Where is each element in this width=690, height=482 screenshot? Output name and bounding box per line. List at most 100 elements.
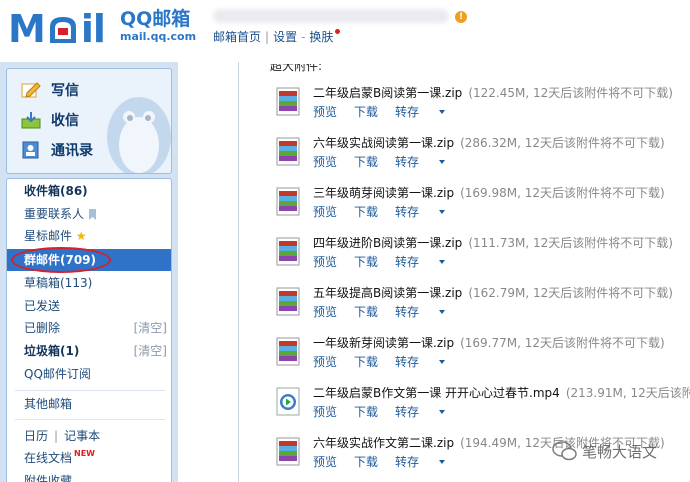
- folder-starred[interactable]: 星标邮件 ★: [24, 226, 87, 246]
- forward-dropdown[interactable]: 转存: [395, 255, 446, 269]
- chevron-down-icon: [439, 360, 446, 364]
- forward-dropdown[interactable]: 转存: [395, 355, 446, 369]
- separator: |: [54, 429, 59, 443]
- chevron-down-icon: [439, 310, 446, 314]
- folder-drafts[interactable]: 草稿箱(113): [24, 273, 92, 293]
- receive-icon: [21, 112, 41, 129]
- file-meta: (286.32M, 12天后该附件将不可下载): [460, 136, 665, 150]
- folder-subscribe[interactable]: QQ邮件订阅: [24, 364, 91, 384]
- contacts-label: 通讯录: [51, 143, 93, 159]
- attachment-name[interactable]: 六年级实战阅读第一课.zip (286.32M, 12天后该附件将不可下载): [313, 134, 665, 151]
- docs-link[interactable]: 在线文档 NEW: [24, 448, 95, 468]
- forward-label: 转存: [395, 205, 420, 219]
- file-meta: (162.79M, 12天后该附件将不可下载): [468, 286, 673, 300]
- attachment-row: 二年级启蒙B阅读第一课.zip (122.45M, 12天后该附件将不可下载) 预览…: [276, 84, 690, 128]
- attachment-row: 五年级提高B阅读第一课.zip (162.79M, 12天后该附件将不可下载) 预览…: [276, 284, 690, 328]
- compose-button[interactable]: 写信: [21, 77, 79, 103]
- preview-link[interactable]: 预览: [313, 305, 337, 319]
- notes-link[interactable]: 记事本: [64, 429, 100, 443]
- forward-dropdown[interactable]: 转存: [395, 155, 446, 169]
- contacts-button[interactable]: 通讯录: [21, 137, 93, 163]
- other-mailboxes[interactable]: 其他邮箱: [24, 394, 72, 414]
- attachment-name[interactable]: 五年级提高B阅读第一课.zip (162.79M, 12天后该附件将不可下载): [313, 284, 673, 301]
- brand-domain: mail.qq.com: [120, 30, 197, 43]
- calendar-link[interactable]: 日历: [24, 429, 48, 443]
- skin-link[interactable]: 换肤: [309, 28, 333, 45]
- folder-deleted[interactable]: 已删除: [24, 318, 60, 338]
- zip-file-icon: [276, 437, 300, 466]
- attachment-name[interactable]: 一年级新芽阅读第一课.zip (169.77M, 12天后该附件将不可下载): [313, 334, 665, 351]
- preview-link[interactable]: 预览: [313, 155, 337, 169]
- attachment-actions: 预览 下载 转存: [313, 103, 462, 120]
- download-link[interactable]: 下载: [354, 455, 378, 469]
- preview-link[interactable]: 预览: [313, 105, 337, 119]
- download-link[interactable]: 下载: [354, 205, 378, 219]
- attachment-actions: 预览 下载 转存: [313, 203, 462, 220]
- zip-file-icon: [276, 287, 300, 316]
- file-meta: (169.98M, 12天后该附件将不可下载): [460, 186, 665, 200]
- attachments-heading: 超大附件:: [270, 64, 323, 73]
- download-link[interactable]: 下载: [354, 405, 378, 419]
- zip-file-icon: [276, 87, 300, 116]
- download-link[interactable]: 下载: [354, 305, 378, 319]
- zip-file-icon: [276, 137, 300, 166]
- forward-label: 转存: [395, 405, 420, 419]
- preview-link[interactable]: 预览: [313, 355, 337, 369]
- download-link[interactable]: 下载: [354, 155, 378, 169]
- chevron-down-icon: [439, 110, 446, 114]
- download-link[interactable]: 下载: [354, 105, 378, 119]
- forward-dropdown[interactable]: 转存: [395, 305, 446, 319]
- attachment-row: 三年级萌芽阅读第一课.zip (169.98M, 12天后该附件将不可下载) 预览 下…: [276, 184, 690, 228]
- contacts-icon: [22, 141, 39, 159]
- preview-link[interactable]: 预览: [313, 255, 337, 269]
- qq-mail-logo[interactable]: Mil: [8, 7, 106, 51]
- file-meta: (169.77M, 12天后该附件将不可下载): [460, 336, 665, 350]
- receive-button[interactable]: 收信: [21, 107, 79, 133]
- pencil-icon: [21, 82, 41, 98]
- forward-dropdown[interactable]: 转存: [395, 105, 446, 119]
- important-label: 重要联系人: [24, 207, 85, 221]
- preview-link[interactable]: 预览: [313, 205, 337, 219]
- attachment-name[interactable]: 四年级进阶B阅读第一课.zip (111.73M, 12天后该附件将不可下载): [313, 234, 673, 251]
- file-meta: (111.73M, 12天后该附件将不可下载): [468, 236, 673, 250]
- forward-dropdown[interactable]: 转存: [395, 455, 446, 469]
- attachment-row: 六年级实战阅读第一课.zip (286.32M, 12天后该附件将不可下载) 预览 下…: [276, 134, 690, 178]
- attachment-collection-link[interactable]: 附件收藏: [24, 471, 72, 482]
- zip-file-icon: [276, 337, 300, 366]
- logo-wordmark: Mil: [8, 7, 106, 51]
- folder-sent[interactable]: 已发送: [24, 296, 60, 316]
- file-name: 一年级新芽阅读第一课.zip: [313, 336, 455, 350]
- file-name: 四年级进阶B阅读第一课.zip: [313, 236, 463, 250]
- file-name: 三年级萌芽阅读第一课.zip: [313, 186, 455, 200]
- separator: -: [301, 29, 306, 44]
- red-highlight-circle: [11, 247, 111, 273]
- file-name: 五年级提高B阅读第一课.zip: [313, 286, 463, 300]
- home-link[interactable]: 邮箱首页: [213, 28, 261, 45]
- folder-inbox[interactable]: 收件箱(86): [24, 181, 88, 201]
- bookmark-icon: [88, 209, 96, 220]
- wechat-icon: [552, 441, 577, 461]
- warning-icon[interactable]: !: [455, 11, 467, 23]
- chevron-down-icon: [439, 210, 446, 214]
- forward-dropdown[interactable]: 转存: [395, 405, 446, 419]
- folder-junk[interactable]: 垃圾箱(1): [24, 341, 79, 361]
- forward-dropdown[interactable]: 转存: [395, 205, 446, 219]
- attachment-name[interactable]: 三年级萌芽阅读第一课.zip (169.98M, 12天后该附件将不可下载): [313, 184, 665, 201]
- sidebar: 写信 收信 通讯录 收件箱(86) 重要联系人 星标邮件 ★ 群邮件(709) …: [0, 62, 178, 482]
- file-name: 六年级实战作文第二课.zip: [313, 436, 455, 450]
- download-link[interactable]: 下载: [354, 355, 378, 369]
- file-meta: (122.45M, 12天后该附件将不可下载): [468, 86, 673, 100]
- preview-link[interactable]: 预览: [313, 455, 337, 469]
- attachment-name[interactable]: 二年级启蒙B作文第一课 开开心心过春节.mp4 (213.91M, 12天后该附件…: [313, 384, 690, 401]
- folder-important[interactable]: 重要联系人: [24, 204, 97, 224]
- preview-link[interactable]: 预览: [313, 405, 337, 419]
- chevron-down-icon: [439, 410, 446, 414]
- clear-deleted-button[interactable]: [清空]: [134, 318, 167, 338]
- download-link[interactable]: 下载: [354, 255, 378, 269]
- blurred-account: [213, 9, 449, 23]
- attachment-name[interactable]: 二年级启蒙B阅读第一课.zip (122.45M, 12天后该附件将不可下载): [313, 84, 673, 101]
- clear-junk-button[interactable]: [清空]: [134, 341, 167, 361]
- vertical-divider: [238, 62, 239, 482]
- attachment-actions: 预览 下载 转存: [313, 153, 462, 170]
- settings-link[interactable]: 设置: [273, 28, 297, 45]
